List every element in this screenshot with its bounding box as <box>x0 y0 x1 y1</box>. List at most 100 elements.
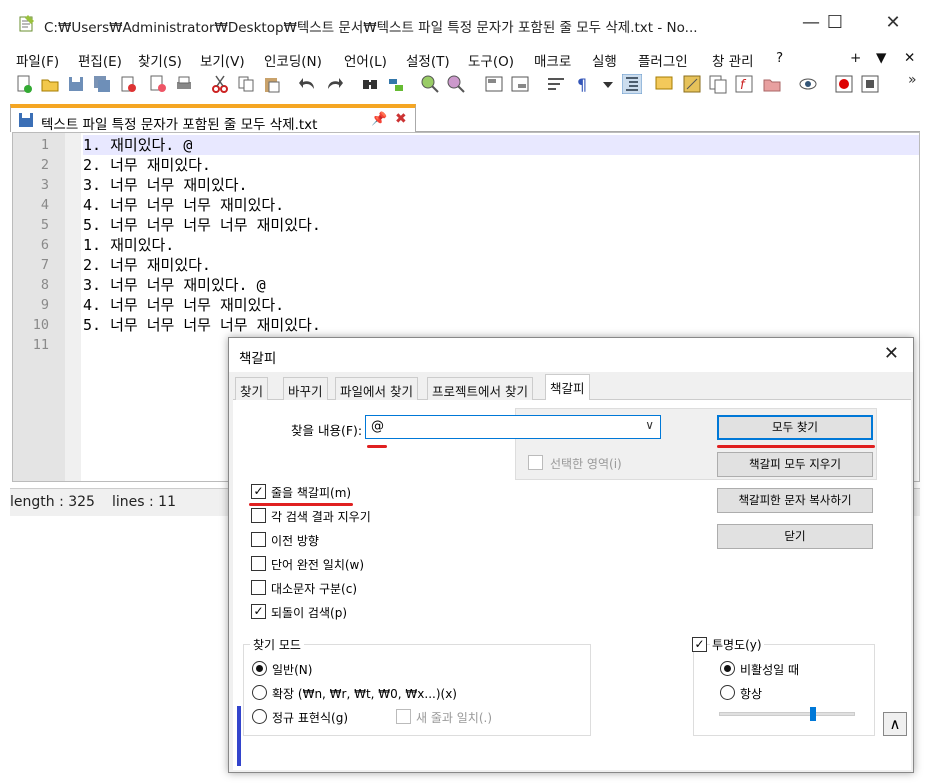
print-icon[interactable] <box>174 74 194 94</box>
menu-tools[interactable]: 도구(O) <box>468 50 514 70</box>
doc-map-icon[interactable] <box>682 74 702 94</box>
always-radio[interactable] <box>720 685 735 700</box>
word-wrap-icon[interactable] <box>546 74 566 94</box>
dot-newline-checkbox[interactable] <box>396 709 411 724</box>
menu-search[interactable]: 찾기(S) <box>138 50 182 70</box>
mode-regex-radio[interactable] <box>252 709 267 724</box>
mode-extended-radio[interactable] <box>252 685 267 700</box>
zoom-in-icon[interactable] <box>420 74 440 94</box>
chevron-down-icon[interactable]: ∨ <box>645 418 654 432</box>
editor-line[interactable]: 2. 너무 재미있다. <box>83 155 919 175</box>
save-all-icon[interactable] <box>92 74 112 94</box>
purge-checkbox[interactable] <box>251 508 266 523</box>
menu-encoding[interactable]: 인코딩(N) <box>264 50 322 70</box>
editor-line[interactable]: 2. 너무 재미있다. <box>83 255 919 275</box>
menu-macro[interactable]: 매크로 <box>534 50 571 70</box>
menu-edit[interactable]: 편집(E) <box>78 50 122 70</box>
replace-icon[interactable] <box>386 74 406 94</box>
menu-run[interactable]: 실행 <box>592 50 617 70</box>
tab-find[interactable]: 찾기 <box>235 377 269 400</box>
toolbar-overflow-icon[interactable]: » <box>908 72 917 88</box>
backward-label: 이전 방향 <box>271 534 319 548</box>
redo-icon[interactable] <box>324 74 344 94</box>
transparency-checkbox[interactable]: ✓ <box>692 637 707 652</box>
backward-checkbox[interactable] <box>251 532 266 547</box>
on-lose-focus-label: 비활성일 때 <box>740 663 800 677</box>
dialog-close-icon[interactable]: ✕ <box>884 343 899 364</box>
maximize-button[interactable]: ☐ <box>812 10 858 36</box>
zoom-out-icon[interactable] <box>446 74 466 94</box>
undo-icon[interactable] <box>298 74 318 94</box>
paste-icon[interactable] <box>262 74 282 94</box>
tab-mark[interactable]: 책갈피 <box>545 374 590 401</box>
record-macro-icon[interactable] <box>834 74 854 94</box>
show-all-chars-icon[interactable]: ¶ <box>572 74 592 94</box>
slider-thumb[interactable] <box>810 707 816 721</box>
tab-find-in-files[interactable]: 파일에서 찾기 <box>335 377 418 400</box>
red-underline-bookmark <box>249 503 353 506</box>
match-case-checkbox[interactable] <box>251 580 266 595</box>
editor-line[interactable]: 5. 너무 너무 너무 너무 재미있다. <box>83 315 919 335</box>
editor-line[interactable]: 1. 재미있다. @ <box>83 135 919 155</box>
menu-view[interactable]: 보기(V) <box>200 50 245 70</box>
menu-window[interactable]: 창 관리 <box>712 50 754 70</box>
menu-plugins[interactable]: 플러그인 <box>638 50 688 70</box>
wrap-around-checkbox[interactable]: ✓ <box>251 604 266 619</box>
transparency-group: ✓ 투명도(y) 비활성일 때 항상 <box>692 636 875 736</box>
menu-settings[interactable]: 설정(T) <box>406 50 450 70</box>
editor-line[interactable]: 1. 재미있다. <box>83 235 919 255</box>
svg-text:¶: ¶ <box>577 75 587 94</box>
monitoring-eye-icon[interactable] <box>798 74 818 94</box>
close-doc-icon[interactable]: ✕ <box>904 50 915 66</box>
add-tab-icon[interactable]: + <box>850 50 861 66</box>
bookmark-line-checkbox[interactable]: ✓ <box>251 484 266 499</box>
on-lose-focus-radio[interactable] <box>720 661 735 676</box>
sync-vertical-icon[interactable] <box>484 74 504 94</box>
whole-word-checkbox[interactable] <box>251 556 266 571</box>
menu-help[interactable]: ? <box>776 50 783 66</box>
menu-file[interactable]: 파일(F) <box>16 50 59 70</box>
in-selection-checkbox[interactable] <box>528 455 543 470</box>
copy-marked-text-button[interactable]: 책갈피한 문자 복사하기 <box>717 488 873 513</box>
indent-guide-icon[interactable] <box>622 74 642 94</box>
folder-workspace-icon[interactable] <box>762 74 782 94</box>
copy-icon[interactable] <box>236 74 256 94</box>
tab-replace[interactable]: 바꾸기 <box>283 377 328 400</box>
clear-all-marks-button[interactable]: 책갈피 모두 지우기 <box>717 452 873 477</box>
find-what-label: 찾을 내용(F): <box>291 423 363 438</box>
pin-icon[interactable]: 📌 <box>371 112 387 127</box>
cut-icon[interactable] <box>210 74 230 94</box>
close-file-icon[interactable] <box>118 74 138 94</box>
function-list-icon[interactable]: f <box>734 74 754 94</box>
editor-line[interactable]: 4. 너무 너무 너무 재미있다. <box>83 295 919 315</box>
menu-language[interactable]: 언어(L) <box>344 50 387 70</box>
editor-line[interactable]: 3. 너무 너무 재미있다. @ <box>83 275 919 295</box>
new-file-icon[interactable] <box>14 74 34 94</box>
close-window-button[interactable]: ✕ <box>870 10 916 36</box>
transparency-slider[interactable] <box>719 707 855 721</box>
close-all-icon[interactable] <box>148 74 168 94</box>
wrap-around-label: 되돌이 검색(p) <box>271 606 347 620</box>
sync-horizontal-icon[interactable] <box>510 74 530 94</box>
editor-line[interactable]: 3. 너무 너무 재미있다. <box>83 175 919 195</box>
toolbar-dropdown-icon[interactable] <box>598 74 618 94</box>
dialog-tab-bar: 찾기 바꾸기 파일에서 찾기 프로젝트에서 찾기 책갈피 <box>233 374 911 401</box>
close-button[interactable]: 닫기 <box>717 524 873 549</box>
tab-close-icon[interactable]: ✖ <box>395 111 407 127</box>
find-what-combobox[interactable]: @ ∨ <box>365 415 661 439</box>
user-lang-icon[interactable] <box>654 74 674 94</box>
find-icon[interactable] <box>360 74 380 94</box>
save-icon[interactable] <box>66 74 86 94</box>
open-file-icon[interactable] <box>40 74 60 94</box>
collapse-dialog-button[interactable]: ∧ <box>883 712 907 736</box>
radio-selected-dot <box>256 665 263 672</box>
tab-find-in-projects[interactable]: 프로젝트에서 찾기 <box>427 377 533 400</box>
mode-normal-radio[interactable] <box>252 661 267 676</box>
tab-current-document[interactable]: 텍스트 파일 특정 문자가 포함된 줄 모두 삭제.txt 📌 ✖ <box>10 104 416 133</box>
doc-list-icon[interactable] <box>708 74 728 94</box>
stop-macro-icon[interactable] <box>860 74 880 94</box>
editor-line[interactable]: 4. 너무 너무 너무 재미있다. <box>83 195 919 215</box>
find-all-button[interactable]: 모두 찾기 <box>717 415 873 440</box>
tab-list-icon[interactable]: ▼ <box>876 50 886 66</box>
editor-line[interactable]: 5. 너무 너무 너무 너무 재미있다. <box>83 215 919 235</box>
